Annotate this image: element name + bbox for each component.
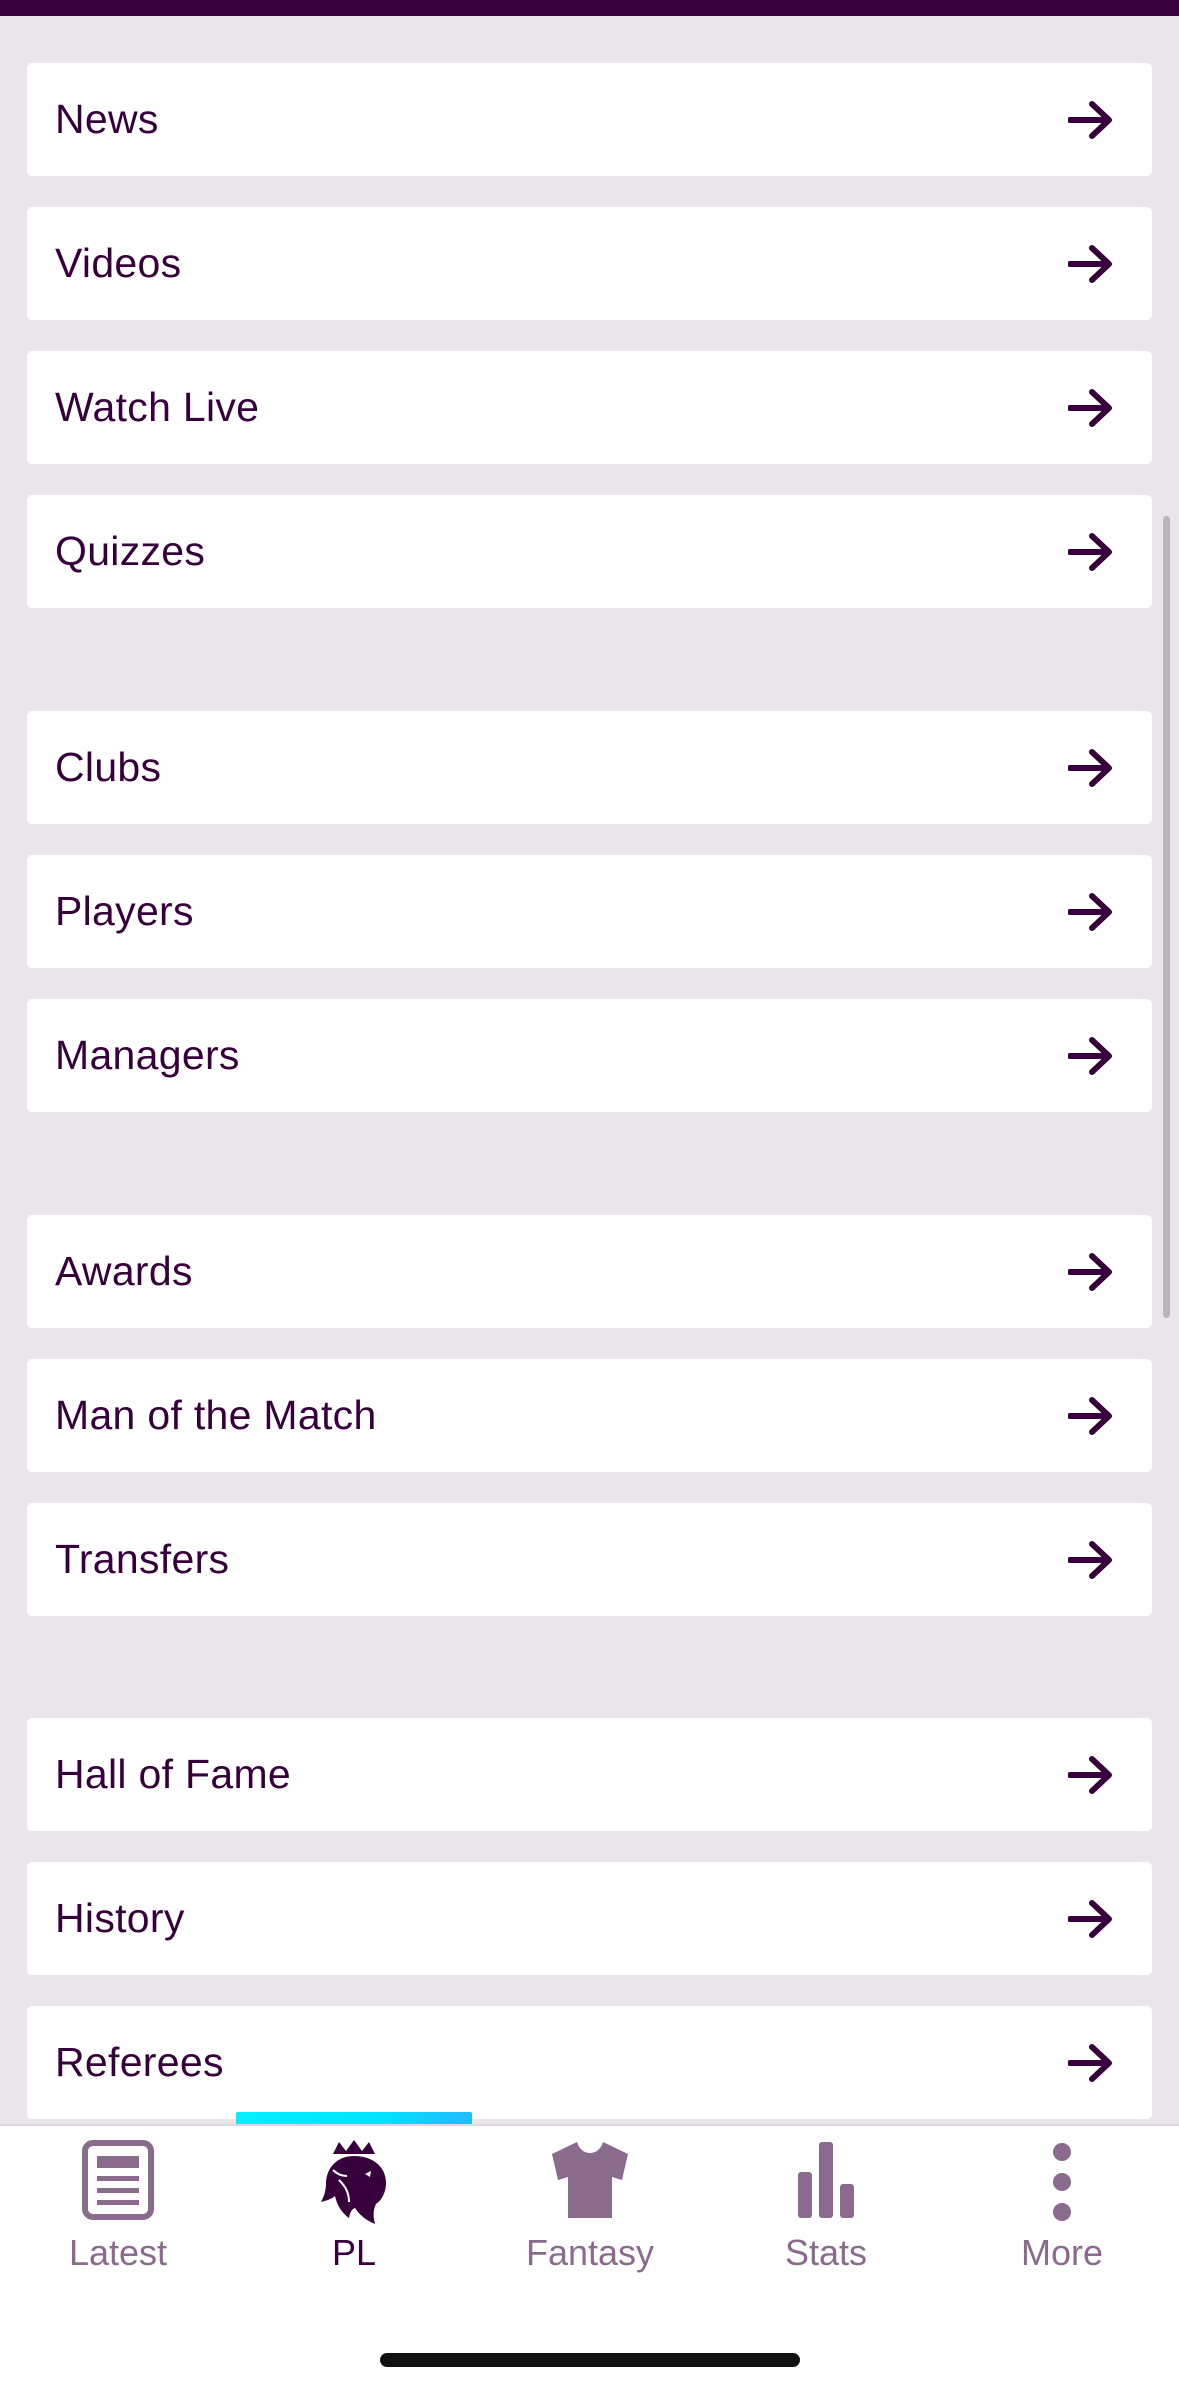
- menu-item-label: Referees: [55, 2039, 224, 2085]
- menu-item-label: Hall of Fame: [55, 1751, 292, 1797]
- tab-label: Stats: [784, 2232, 868, 2273]
- menu-item-videos[interactable]: Videos: [27, 207, 1152, 320]
- arrow-right-icon: [1068, 1037, 1112, 1075]
- menu-item-label: Videos: [55, 240, 182, 286]
- arrow-right-icon: [1068, 893, 1112, 931]
- menu-item-hall-of-fame[interactable]: Hall of Fame: [27, 1718, 1152, 1831]
- tab-stats[interactable]: Stats: [708, 2124, 944, 2299]
- tab-pl[interactable]: PL: [236, 2124, 472, 2299]
- menu-item-quizzes[interactable]: Quizzes: [27, 495, 1152, 608]
- menu-item-man-of-the-match[interactable]: Man of the Match: [27, 1359, 1152, 1472]
- menu-item-players[interactable]: Players: [27, 855, 1152, 968]
- scrollbar[interactable]: [1163, 516, 1170, 1318]
- tab-label: Latest: [68, 2232, 168, 2273]
- arrow-right-icon: [1068, 245, 1112, 283]
- menu-item-watch-live[interactable]: Watch Live: [27, 351, 1152, 464]
- arrow-right-icon: [1068, 749, 1112, 787]
- arrow-right-icon: [1068, 1756, 1112, 1794]
- menu-item-label: Watch Live: [55, 384, 260, 430]
- arrow-right-icon: [1068, 2044, 1112, 2082]
- menu-item-label: Clubs: [55, 744, 162, 790]
- arrow-right-icon: [1068, 533, 1112, 571]
- arrow-right-icon: [1068, 101, 1112, 139]
- menu-list[interactable]: News Videos Watch Live Quizzes Clubs Pla…: [0, 0, 1179, 2124]
- menu-item-label: Managers: [55, 1032, 240, 1078]
- news-article-icon: [82, 2140, 154, 2220]
- menu-item-label: Players: [55, 888, 194, 934]
- tab-label: Fantasy: [525, 2232, 655, 2273]
- shirt-icon: [552, 2142, 628, 2218]
- menu-item-label: Awards: [55, 1248, 193, 1294]
- menu-item-awards[interactable]: Awards: [27, 1215, 1152, 1328]
- tab-label: PL: [331, 2232, 377, 2273]
- tab-label: More: [1020, 2232, 1104, 2273]
- menu-item-managers[interactable]: Managers: [27, 999, 1152, 1112]
- arrow-right-icon: [1068, 389, 1112, 427]
- menu-item-referees[interactable]: Referees: [27, 2006, 1152, 2119]
- tab-more[interactable]: More: [944, 2124, 1179, 2299]
- menu-item-label: Quizzes: [55, 528, 206, 574]
- premier-league-lion-icon: [321, 2140, 386, 2224]
- bar-chart-icon: [798, 2142, 854, 2218]
- home-indicator[interactable]: [380, 2353, 800, 2367]
- arrow-right-icon: [1068, 1900, 1112, 1938]
- menu-item-transfers[interactable]: Transfers: [27, 1503, 1152, 1616]
- menu-item-clubs[interactable]: Clubs: [27, 711, 1152, 824]
- active-tab-indicator: [236, 2112, 472, 2124]
- tab-latest[interactable]: Latest: [0, 2124, 236, 2299]
- menu-item-label: News: [55, 96, 159, 142]
- arrow-right-icon: [1068, 1541, 1112, 1579]
- menu-item-label: Man of the Match: [55, 1392, 377, 1438]
- more-vertical-icon: [1053, 2143, 1071, 2221]
- menu-item-history[interactable]: History: [27, 1862, 1152, 1975]
- arrow-right-icon: [1068, 1253, 1112, 1291]
- arrow-right-icon: [1068, 1397, 1112, 1435]
- menu-item-label: Transfers: [55, 1536, 230, 1582]
- tab-fantasy[interactable]: Fantasy: [472, 2124, 708, 2299]
- menu-item-label: History: [55, 1895, 185, 1941]
- menu-item-news[interactable]: News: [27, 63, 1152, 176]
